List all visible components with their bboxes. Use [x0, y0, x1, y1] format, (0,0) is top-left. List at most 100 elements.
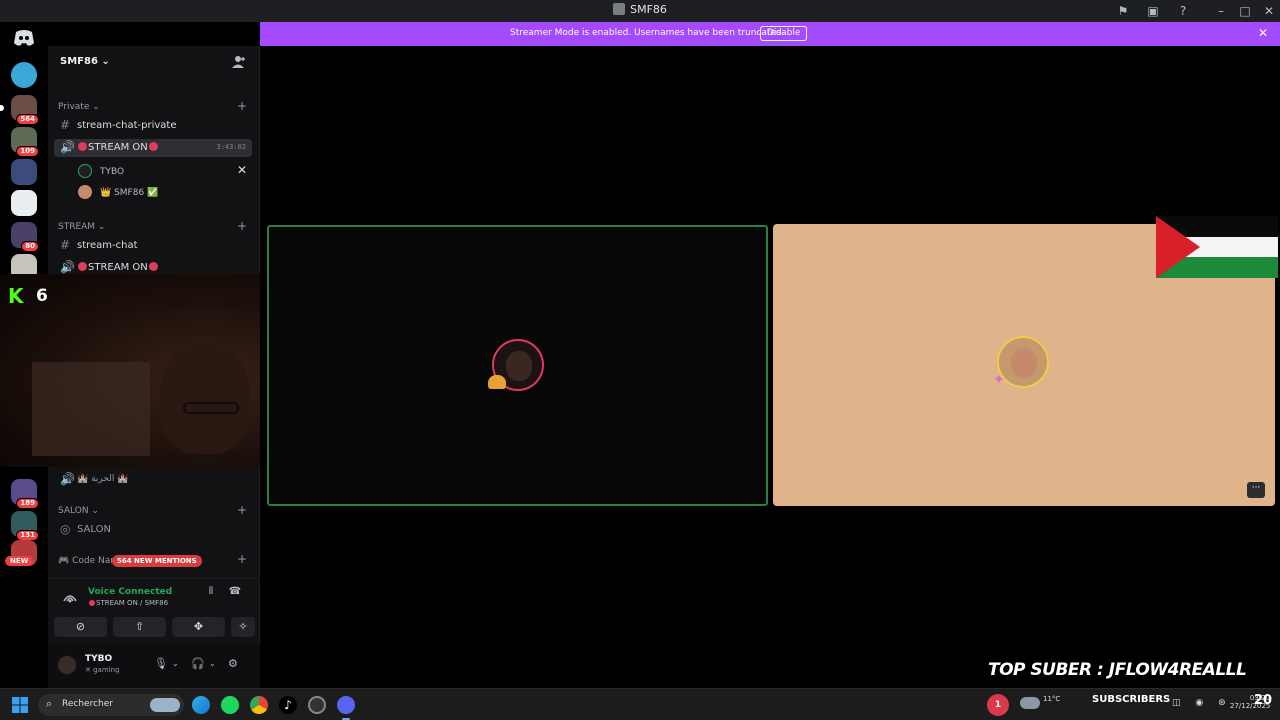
close-icon[interactable]: ✕	[1258, 26, 1268, 40]
chrome-icon[interactable]	[250, 696, 268, 714]
disable-button[interactable]: Disable	[760, 26, 808, 41]
voice-connected-label: Voice Connected	[88, 587, 173, 597]
more-options-button[interactable]: ···	[1247, 482, 1265, 498]
voice-user[interactable]: TYBO	[78, 164, 124, 178]
star-icon: ✦	[993, 372, 1005, 388]
discord-icon[interactable]	[337, 696, 355, 720]
chevron-down-icon[interactable]: ⌄	[172, 659, 179, 668]
server-icon[interactable]	[11, 190, 37, 216]
hash-icon: #	[60, 238, 71, 252]
screen-share-button[interactable]: ⇧	[113, 617, 166, 637]
participant-tile-speaking[interactable]	[267, 225, 768, 506]
avatar	[488, 339, 544, 391]
signal-icon[interactable]	[62, 589, 78, 603]
snail-icon	[488, 375, 506, 389]
add-channel-icon[interactable]: +	[237, 99, 247, 113]
inbox-icon[interactable]: ▣	[1145, 3, 1161, 19]
server-icon[interactable]	[11, 159, 37, 185]
search-placeholder: Rechercher	[62, 699, 113, 709]
speaker-icon: 🔊	[60, 472, 75, 486]
minimize-button[interactable]: –	[1213, 3, 1229, 19]
server-name: SMF86 ⌄	[60, 56, 110, 67]
new-mentions-pill[interactable]: 564 NEW MENTIONS	[112, 555, 202, 567]
speaker-icon: 🔊	[60, 260, 75, 274]
avatar	[78, 164, 92, 178]
avatar	[78, 185, 92, 199]
category-stream[interactable]: STREAM ⌄	[58, 222, 105, 232]
red-dot-icon	[78, 262, 87, 271]
microphone-icon[interactable]: 🎙	[154, 657, 168, 670]
chevron-down-icon[interactable]: ⌄	[209, 659, 216, 668]
help-icon[interactable]: ?	[1175, 3, 1191, 19]
notification-badge[interactable]: 1	[987, 694, 1009, 716]
username: TYBO	[85, 654, 113, 664]
cloud-icon	[1020, 697, 1040, 709]
mention-badge: 564	[16, 114, 39, 125]
obs-icon[interactable]	[308, 696, 326, 714]
channel-stream-chat-private[interactable]: # stream-chat-private	[54, 117, 252, 135]
stage-icon: ◎	[60, 522, 71, 536]
tiktok-icon[interactable]: ♪	[279, 696, 297, 714]
system-tray-icons[interactable]: ◫ ◉ ⊛	[1172, 698, 1232, 708]
category-private[interactable]: Private ⌄	[58, 102, 100, 112]
settings-icon[interactable]: ⚙	[228, 657, 238, 670]
soundboard-button[interactable]: ✧	[231, 617, 255, 637]
search-icon: ⌕	[46, 697, 53, 710]
add-channel-icon[interactable]: +	[237, 552, 247, 566]
flag-icon[interactable]: ⚑	[1115, 3, 1131, 19]
category-code[interactable]: 🎮 Code Nan	[58, 556, 116, 566]
weather-widget-icon	[150, 698, 180, 712]
windows-start-icon[interactable]	[12, 697, 28, 713]
red-dot-icon	[148, 142, 158, 151]
server-icon[interactable]: 189	[11, 479, 39, 509]
add-channel-icon[interactable]: +	[237, 503, 247, 517]
hash-icon: #	[60, 118, 71, 132]
disconnect-icon[interactable]: ✕	[237, 163, 247, 177]
window-title: SMF86	[0, 3, 1280, 16]
taskbar-search[interactable]: ⌕ Rechercher	[38, 694, 184, 716]
voice-channel-stream-on[interactable]: 🔊 STREAM ON 3:43:02	[54, 139, 252, 157]
voice-channel-link[interactable]: STREAM ON / SMF86	[88, 599, 168, 607]
title-bar: SMF86 ⚑ ▣ ? – □ ✕	[0, 0, 1280, 22]
server-icon[interactable]	[11, 62, 37, 88]
server-icon[interactable]: 109	[11, 127, 39, 157]
server-icon	[613, 3, 626, 15]
server-icon[interactable]: 564	[0, 95, 39, 125]
activities-button[interactable]: ✥	[172, 617, 225, 637]
new-badge: NEW	[5, 556, 34, 566]
mention-badge: 80	[21, 241, 39, 252]
server-icon[interactable]: 80	[11, 222, 39, 252]
headphones-icon[interactable]: 🎧	[191, 657, 205, 670]
maximize-button[interactable]: □	[1237, 3, 1253, 19]
voice-channel-arabic[interactable]: 🔊 🏰 الحربة 🏰	[54, 471, 252, 489]
disconnect-call-icon[interactable]: ☎	[228, 586, 242, 600]
discord-home-icon[interactable]	[12, 28, 36, 48]
kick-viewer-count: 6	[36, 286, 48, 306]
avatar: ✦	[993, 336, 1049, 388]
channel-stream-chat[interactable]: # stream-chat	[54, 237, 252, 255]
voice-user[interactable]: 👑 SMF86 ✅	[78, 185, 158, 199]
mention-badge: 109	[16, 146, 39, 157]
server-header[interactable]: SMF86 ⌄	[48, 46, 260, 78]
add-channel-icon[interactable]: +	[237, 219, 247, 233]
background-board	[32, 362, 150, 456]
streamer-head	[160, 344, 250, 454]
temperature: 11°C	[1043, 695, 1061, 703]
channel-salon[interactable]: ◎ SALON	[54, 521, 252, 539]
camera-off-button[interactable]: ⊘	[54, 617, 107, 637]
banner-text: Streamer Mode is enabled. Usernames have…	[510, 28, 785, 38]
server-icon[interactable]: 131	[11, 511, 39, 541]
palestine-flag-icon	[1156, 216, 1278, 278]
red-dot-icon	[78, 142, 87, 151]
red-dot-icon	[148, 262, 158, 271]
noise-suppression-icon[interactable]: ⫴	[204, 586, 218, 600]
category-salon[interactable]: SALON ⌄	[58, 506, 99, 516]
avatar[interactable]	[56, 654, 78, 676]
user-panel: TYBO ✕ gaming 🎙 ⌄ 🎧 ⌄ ⚙	[48, 644, 260, 688]
close-button[interactable]: ✕	[1261, 3, 1277, 19]
subscribers-overlay: SUBSCRIBERS	[1092, 694, 1171, 705]
spotify-icon[interactable]	[221, 696, 239, 714]
user-status: ✕ gaming	[85, 666, 120, 674]
add-user-icon[interactable]	[232, 55, 246, 69]
edge-icon[interactable]	[192, 696, 210, 714]
